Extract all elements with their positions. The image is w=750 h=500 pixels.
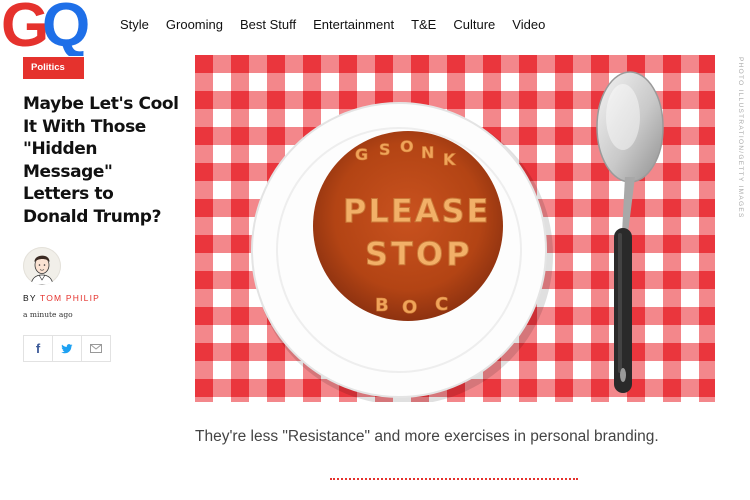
soup-letter: G [355, 145, 368, 164]
nav-item-best-stuff[interactable]: Best Stuff [240, 17, 296, 32]
nav-item-culture[interactable]: Culture [453, 17, 495, 32]
soup-letter: C [435, 294, 448, 315]
byline-prefix: BY [23, 293, 40, 303]
soup-letter: S [379, 140, 391, 159]
facebook-share-button[interactable]: f [23, 335, 53, 362]
main-nav: Style Grooming Best Stuff Entertainment … [120, 17, 562, 32]
facebook-icon: f [35, 341, 41, 356]
byline: BY TOM PHILIP [23, 293, 100, 303]
soup-letter: O [400, 137, 414, 156]
twitter-share-button[interactable] [52, 335, 82, 362]
email-share-button[interactable] [81, 335, 111, 362]
twitter-icon [61, 343, 73, 353]
email-icon [90, 344, 102, 353]
share-bar: f [23, 335, 111, 362]
nav-item-video[interactable]: Video [512, 17, 545, 32]
dotted-divider [330, 478, 578, 480]
soup-letter: K [443, 150, 456, 169]
soup-letter: B [375, 295, 389, 316]
avatar-illustration [30, 255, 54, 285]
author-link[interactable]: TOM PHILIP [40, 293, 100, 303]
image-credit: PHOTO ILLUSTRATION/GETTY IMAGES [737, 57, 744, 219]
soup-text-line1: PLEASE [343, 192, 490, 230]
nav-item-style[interactable]: Style [120, 17, 149, 32]
soup-letter: N [421, 143, 434, 162]
article-headline: Maybe Let's Cool It With Those "Hidden M… [23, 94, 179, 227]
soup-text-line2: STOP [365, 235, 473, 273]
alphabet-soup-illustration: G S O N K B O C PLEASE STOP [195, 55, 715, 402]
author-avatar[interactable] [23, 247, 61, 285]
timestamp: a minute ago [23, 310, 73, 319]
logo-letter-q: Q [42, 0, 90, 56]
nav-item-travel-entertainment[interactable]: T&E [411, 17, 436, 32]
hero-image[interactable]: G S O N K B O C PLEASE STOP [195, 55, 715, 402]
article-dek: They're less "Resistance" and more exerc… [195, 428, 659, 445]
nav-item-entertainment[interactable]: Entertainment [313, 17, 394, 32]
site-header: G Q Style Grooming Best Stuff Entertainm… [0, 0, 750, 56]
soup-letter: O [402, 297, 417, 318]
category-tag[interactable]: Politics [23, 57, 84, 79]
gq-logo[interactable]: G Q [0, 0, 110, 56]
nav-item-grooming[interactable]: Grooming [166, 17, 223, 32]
